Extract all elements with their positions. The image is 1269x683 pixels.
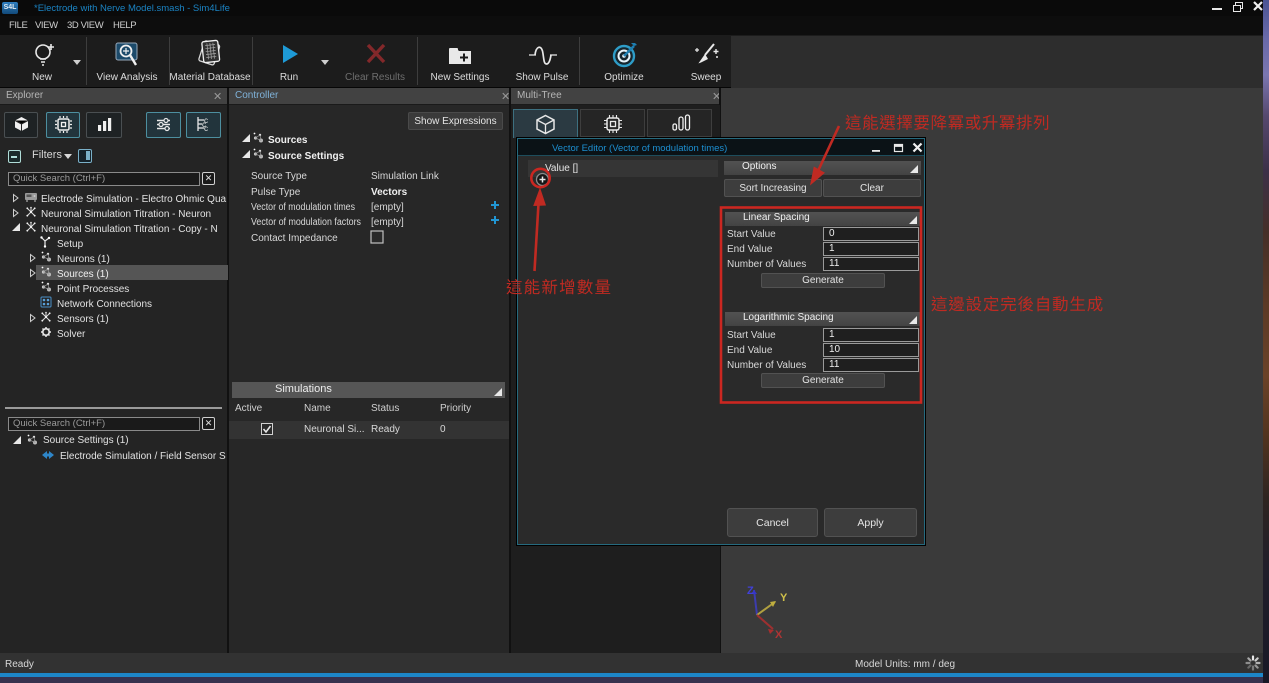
svg-text:Y: Y [780,592,788,604]
svg-text:Neurons (1): Neurons (1) [57,254,110,265]
svg-text:Source Type: Source Type [251,171,307,182]
svg-text:Electrode Simulation / Field: Electrode Simulation / Field Sensor S [60,451,226,462]
svg-text:Neuronal Simulation Titration: Neuronal Simulation Titration - Neuron [41,209,211,220]
svg-text:Neuronal Simulation Titration: Neuronal Simulation Titration - Copy - N [41,224,218,235]
svg-text:Source Settings (1): Source Settings (1) [43,435,129,446]
svg-text:Vectors: Vectors [371,187,408,198]
svg-text:Source Settings: Source Settings [268,151,345,162]
svg-text:Solver: Solver [57,329,86,340]
svg-text:Vector of modulation times: Vector of modulation times [251,202,355,213]
svg-text:[empty]: [empty] [371,202,404,213]
svg-text:Point Processes: Point Processes [57,284,129,295]
svg-text:Sensors (1): Sensors (1) [57,314,109,325]
svg-text:[empty]: [empty] [371,217,404,228]
svg-text:Sources: Sources [268,135,308,146]
svg-text:Pulse Type: Pulse Type [251,187,301,198]
svg-text:Simulation Link: Simulation Link [371,171,440,182]
svg-text:Vector of modulation factors: Vector of modulation factors [251,217,361,228]
svg-text:Electrode Simulation - Elect: Electrode Simulation - Electro Ohmic Qua [41,194,227,205]
svg-text:Sources (1): Sources (1) [57,269,109,280]
svg-text:Z: Z [747,585,754,597]
svg-text:Network Connections: Network Connections [57,299,152,310]
svg-text:Contact Impedance: Contact Impedance [251,233,338,244]
svg-text:X: X [775,629,783,641]
svg-text:Setup: Setup [57,239,84,250]
